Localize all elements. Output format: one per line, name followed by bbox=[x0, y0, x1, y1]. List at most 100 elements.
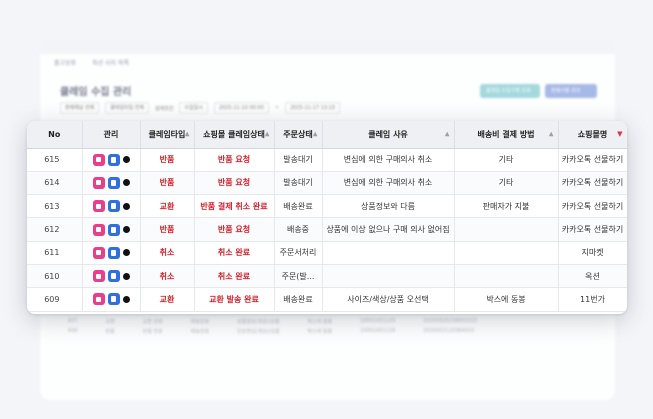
bg-filter-bar: 판매채널 전체 클레임타입 전체 검색조건 수집일시 2025-11-10 00… bbox=[60, 102, 341, 114]
bg-date-to[interactable]: 2025-11-17 13:15 bbox=[285, 102, 341, 114]
status-dot-icon bbox=[122, 272, 130, 280]
row-claim-type: 교환 bbox=[140, 194, 195, 219]
bg-link-hold[interactable]: 출고보류 bbox=[54, 58, 76, 67]
row-reason: 변심에 의한 구매의사 취소 bbox=[322, 148, 455, 172]
row-mall-state: 교환 발송 완료 bbox=[194, 287, 275, 312]
row-mall-name: 카카오톡 선물하기 bbox=[558, 148, 627, 172]
row-no: 611 bbox=[27, 241, 83, 265]
row-shipping-pay bbox=[454, 241, 559, 265]
bg-row: 607 교환 교환 완료 배송완료 상품정보(색상)/상품 박스에 동봉 100014511… bbox=[68, 318, 478, 325]
claim-table-card: No 관리 클레임타입 ▲ 쇼핑몰 클레임상태 ▲ 주문상태 ▲ 클레임 사유 ▲ 배송… bbox=[27, 121, 627, 314]
bg-claim-type-select[interactable]: 클레임타입 전체 bbox=[105, 102, 149, 114]
status-dot-icon bbox=[122, 295, 130, 303]
row-mall-state: 반품 요청 bbox=[194, 148, 275, 172]
row-claim-type: 취소 bbox=[140, 264, 195, 289]
table-row[interactable]: 611 취소 취소 완료 주문서처리 지마켓 bbox=[27, 241, 627, 265]
claim-table: No 관리 클레임타입 ▲ 쇼핑몰 클레임상태 ▲ 주문상태 ▲ 클레임 사유 ▲ 배송… bbox=[27, 121, 627, 312]
row-claim-type: 교환 bbox=[140, 287, 195, 312]
row-reason bbox=[322, 264, 455, 289]
row-shipping-pay bbox=[454, 264, 559, 289]
sort-icon[interactable]: ▲ bbox=[265, 131, 270, 138]
status-dot-icon bbox=[122, 179, 130, 187]
table-row[interactable]: 615 반품 반품 요청 발송대기 변심에 의한 구매의사 취소 기타 카카오톡… bbox=[27, 148, 627, 172]
col-header-mgmt: 관리 bbox=[82, 121, 141, 149]
memo-icon[interactable] bbox=[92, 246, 105, 259]
row-order-state: 발송대기 bbox=[274, 148, 323, 172]
row-no: 613 bbox=[27, 194, 83, 219]
col-header-mall-state[interactable]: 쇼핑몰 클레임상태 ▲ bbox=[194, 121, 275, 149]
row-shipping-pay: 판매자가 지불 bbox=[454, 194, 559, 219]
bg-claim-history-button[interactable]: 클레임 수집기록 조회 bbox=[480, 84, 540, 98]
bg-page-title: 클레임 수집 관리 bbox=[60, 87, 132, 98]
bg-top-bar bbox=[40, 40, 615, 54]
row-claim-type: 취소 bbox=[140, 241, 195, 265]
col-header-order-state[interactable]: 주문상태 ▲ bbox=[274, 121, 323, 149]
row-no: 610 bbox=[27, 264, 83, 289]
bg-table-rows: 607 교환 교환 완료 배송완료 상품정보(색상)/상품 박스에 동봉 100014511… bbox=[60, 316, 595, 336]
row-order-state: 발송대기 bbox=[274, 171, 323, 196]
bg-date-from[interactable]: 2025-11-10 00:00 bbox=[213, 102, 269, 114]
row-mgmt bbox=[82, 217, 141, 242]
row-mall-state: 반품 요청 bbox=[194, 171, 275, 196]
sort-icon[interactable]: ▲ bbox=[185, 131, 190, 138]
bg-condition-select[interactable]: 수집일시 bbox=[179, 102, 208, 114]
document-icon[interactable] bbox=[107, 270, 120, 283]
row-no: 612 bbox=[27, 217, 83, 242]
col-header-mall-name[interactable]: 쇼핑몰명 ▼ bbox=[558, 121, 627, 149]
document-icon[interactable] bbox=[107, 246, 120, 259]
document-icon[interactable] bbox=[107, 223, 120, 236]
row-order-state: 배송중 bbox=[274, 217, 323, 242]
status-dot-icon bbox=[122, 249, 130, 257]
bg-channel-select[interactable]: 판매채널 전체 bbox=[60, 102, 100, 114]
table-row[interactable]: 609 교환 교환 발송 완료 배송완료 사이즈/색상/상품 오선택 박스에 동… bbox=[27, 287, 627, 312]
row-no: 614 bbox=[27, 171, 83, 196]
memo-icon[interactable] bbox=[92, 293, 105, 306]
document-icon[interactable] bbox=[107, 153, 120, 166]
memo-icon[interactable] bbox=[92, 270, 105, 283]
col-header-claim-type[interactable]: 클레임타입 ▲ bbox=[140, 121, 195, 149]
sort-icon[interactable]: ▲ bbox=[445, 131, 450, 138]
col-header-reason[interactable]: 클레임 사유 ▲ bbox=[322, 121, 455, 149]
sort-icon[interactable]: ▲ bbox=[313, 131, 318, 138]
bg-row: 606 반품 반품 완료 배송완료 단순변심(색상)/상품 박스에 동봉 100014511… bbox=[68, 328, 475, 335]
table-row[interactable]: 612 반품 반품 요청 배송중 상품에 이상 없으나 구매 의사 없어짐 카카… bbox=[27, 217, 627, 242]
row-mall-state: 취소 완료 bbox=[194, 264, 275, 289]
sort-desc-icon[interactable]: ▼ bbox=[617, 130, 622, 138]
sort-icon[interactable]: ▲ bbox=[549, 131, 554, 138]
memo-icon[interactable] bbox=[92, 153, 105, 166]
table-header-row: No 관리 클레임타입 ▲ 쇼핑몰 클레임상태 ▲ 주문상태 ▲ 클레임 사유 ▲ 배송… bbox=[27, 121, 627, 149]
bg-date-sep: ~ bbox=[274, 105, 280, 111]
row-reason bbox=[322, 241, 455, 265]
table-row[interactable]: 614 반품 반품 요청 발송대기 변심에 의한 구매의사 취소 기타 카카오톡… bbox=[27, 171, 627, 196]
bg-seller-manage-button[interactable]: 판매사별 관리 bbox=[545, 84, 597, 98]
row-order-state: 배송완료 bbox=[274, 287, 323, 312]
row-shipping-pay: 기타 bbox=[454, 148, 559, 172]
memo-icon[interactable] bbox=[92, 223, 105, 236]
col-header-shipping-pay[interactable]: 배송비 결제 방법 ▲ bbox=[454, 121, 559, 149]
status-dot-icon bbox=[122, 156, 130, 164]
row-mall-name: 지마켓 bbox=[558, 241, 627, 265]
document-icon[interactable] bbox=[107, 200, 120, 213]
row-reason: 상품정보와 다름 bbox=[322, 194, 455, 219]
memo-icon[interactable] bbox=[92, 176, 105, 189]
document-icon[interactable] bbox=[107, 293, 120, 306]
row-order-state: 배송완료 bbox=[274, 194, 323, 219]
col-header-no[interactable]: No bbox=[27, 121, 83, 149]
row-mall-state: 반품 결제 취소 완료 bbox=[194, 194, 275, 219]
row-reason: 변심에 의한 구매의사 취소 bbox=[322, 171, 455, 196]
table-row[interactable]: 613 교환 반품 결제 취소 완료 배송완료 상품정보와 다름 판매자가 지불… bbox=[27, 194, 627, 219]
table-row[interactable]: 610 취소 취소 완료 주문(발... 옥션 bbox=[27, 264, 627, 289]
status-dot-icon bbox=[122, 202, 130, 210]
row-mall-name: 옥션 bbox=[558, 264, 627, 289]
row-mgmt bbox=[82, 287, 141, 312]
row-reason: 상품에 이상 없으나 구매 의사 없어짐 bbox=[322, 217, 455, 242]
bg-condition-label: 검색조건 bbox=[155, 105, 174, 112]
memo-icon[interactable] bbox=[92, 200, 105, 213]
row-mall-state: 반품 요청 bbox=[194, 217, 275, 242]
row-mall-state: 취소 완료 bbox=[194, 241, 275, 265]
bg-link-auction[interactable]: 옥션 사지 목록 bbox=[92, 58, 129, 67]
row-mgmt bbox=[82, 264, 141, 289]
document-icon[interactable] bbox=[107, 176, 120, 189]
bg-links: 출고보류 옥션 사지 목록 bbox=[54, 58, 129, 67]
row-claim-type: 반품 bbox=[140, 171, 195, 196]
